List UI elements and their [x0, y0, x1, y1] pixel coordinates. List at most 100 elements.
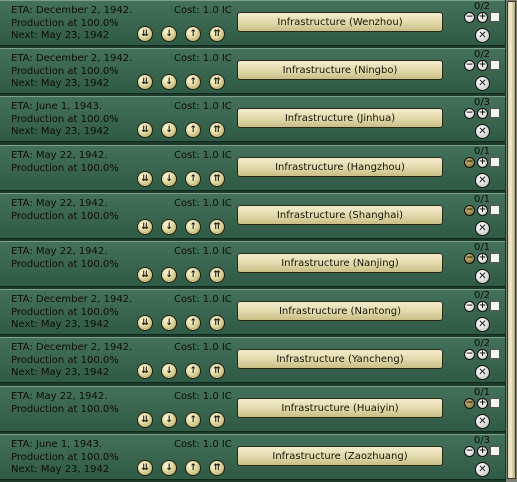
move-to-bottom-button[interactable]: ⇊: [137, 26, 153, 42]
select-checkbox[interactable]: [490, 301, 500, 311]
move-down-button[interactable]: ↓: [161, 74, 177, 90]
move-up-button[interactable]: ↑: [185, 363, 201, 379]
move-up-button[interactable]: ↑: [185, 122, 201, 138]
move-to-top-button[interactable]: ⇈: [209, 412, 225, 428]
select-checkbox[interactable]: [490, 349, 500, 359]
eta-text: ETA: June 1, 1943.: [11, 439, 103, 450]
project-button[interactable]: Infrastructure (Jinhua): [237, 108, 443, 128]
increase-button[interactable]: +: [477, 253, 488, 264]
scrollbar[interactable]: [505, 0, 517, 482]
move-to-top-button[interactable]: ⇈: [209, 219, 225, 235]
double-chevron-up-icon: ⇈: [213, 124, 221, 135]
move-to-bottom-button[interactable]: ⇊: [137, 267, 153, 283]
select-checkbox[interactable]: [490, 205, 500, 215]
move-to-top-button[interactable]: ⇈: [209, 171, 225, 187]
decrease-button[interactable]: −: [464, 349, 475, 360]
move-to-bottom-button[interactable]: ⇊: [137, 363, 153, 379]
double-chevron-down-icon: ⇊: [141, 173, 149, 184]
queue-row: ETA: December 2, 1942. Production at 100…: [0, 337, 505, 383]
move-up-button[interactable]: ↑: [185, 219, 201, 235]
move-to-bottom-button[interactable]: ⇊: [137, 219, 153, 235]
select-checkbox[interactable]: [490, 108, 500, 118]
move-up-button[interactable]: ↑: [185, 315, 201, 331]
move-to-bottom-button[interactable]: ⇊: [137, 315, 153, 331]
select-checkbox[interactable]: [490, 12, 500, 22]
move-to-top-button[interactable]: ⇈: [209, 315, 225, 331]
project-button[interactable]: Infrastructure (Nantong): [237, 301, 443, 321]
delete-button[interactable]: ✕: [475, 365, 490, 380]
decrease-button[interactable]: −: [464, 108, 475, 119]
move-to-top-button[interactable]: ⇈: [209, 460, 225, 476]
move-to-top-button[interactable]: ⇈: [209, 267, 225, 283]
move-down-button[interactable]: ↓: [161, 171, 177, 187]
decrease-button[interactable]: −: [464, 398, 475, 409]
project-button[interactable]: Infrastructure (Zaozhuang): [237, 446, 443, 466]
move-to-top-button[interactable]: ⇈: [209, 74, 225, 90]
move-to-bottom-button[interactable]: ⇊: [137, 412, 153, 428]
increase-button[interactable]: +: [477, 301, 488, 312]
move-down-button[interactable]: ↓: [161, 412, 177, 428]
project-button[interactable]: Infrastructure (Hangzhou): [237, 157, 443, 177]
project-button[interactable]: Infrastructure (Yancheng): [237, 349, 443, 369]
decrease-button[interactable]: −: [464, 301, 475, 312]
delete-button[interactable]: ✕: [475, 173, 490, 188]
delete-button[interactable]: ✕: [475, 76, 490, 91]
move-up-button[interactable]: ↑: [185, 267, 201, 283]
arrow-up-icon: ↑: [189, 173, 197, 184]
move-down-button[interactable]: ↓: [161, 315, 177, 331]
move-to-top-button[interactable]: ⇈: [209, 26, 225, 42]
project-button[interactable]: Infrastructure (Nanjing): [237, 253, 443, 273]
select-checkbox[interactable]: [490, 157, 500, 167]
move-down-button[interactable]: ↓: [161, 122, 177, 138]
increase-button[interactable]: +: [477, 12, 488, 23]
move-up-button[interactable]: ↑: [185, 460, 201, 476]
increase-button[interactable]: +: [477, 349, 488, 360]
move-up-button[interactable]: ↑: [185, 412, 201, 428]
project-button[interactable]: Infrastructure (Ningbo): [237, 60, 443, 80]
move-to-top-button[interactable]: ⇈: [209, 122, 225, 138]
decrease-button[interactable]: −: [464, 12, 475, 23]
delete-button[interactable]: ✕: [475, 317, 490, 332]
production-text: Production at 100.0%: [11, 113, 119, 125]
move-to-bottom-button[interactable]: ⇊: [137, 122, 153, 138]
move-to-bottom-button[interactable]: ⇊: [137, 460, 153, 476]
move-to-bottom-button[interactable]: ⇊: [137, 171, 153, 187]
select-checkbox[interactable]: [490, 398, 500, 408]
select-checkbox[interactable]: [490, 253, 500, 263]
delete-button[interactable]: ✕: [475, 124, 490, 139]
delete-button[interactable]: ✕: [475, 414, 490, 429]
increase-button[interactable]: +: [477, 108, 488, 119]
increase-button[interactable]: +: [477, 60, 488, 71]
project-button[interactable]: Infrastructure (Wenzhou): [237, 12, 443, 32]
delete-button[interactable]: ✕: [475, 221, 490, 236]
row-info: ETA: June 1, 1943. Production at 100.0% …: [11, 101, 119, 139]
move-down-button[interactable]: ↓: [161, 267, 177, 283]
scroll-thumb[interactable]: [507, 1, 516, 479]
minus-icon: −: [465, 301, 474, 311]
move-to-bottom-button[interactable]: ⇊: [137, 74, 153, 90]
delete-button[interactable]: ✕: [475, 28, 490, 43]
decrease-button[interactable]: −: [464, 446, 475, 457]
decrease-button[interactable]: −: [464, 205, 475, 216]
increase-button[interactable]: +: [477, 398, 488, 409]
move-up-button[interactable]: ↑: [185, 74, 201, 90]
move-to-top-button[interactable]: ⇈: [209, 363, 225, 379]
decrease-button[interactable]: −: [464, 157, 475, 168]
move-down-button[interactable]: ↓: [161, 460, 177, 476]
decrease-button[interactable]: −: [464, 60, 475, 71]
move-down-button[interactable]: ↓: [161, 26, 177, 42]
increase-button[interactable]: +: [477, 157, 488, 168]
move-up-button[interactable]: ↑: [185, 171, 201, 187]
project-button[interactable]: Infrastructure (Huaiyin): [237, 398, 443, 418]
move-down-button[interactable]: ↓: [161, 219, 177, 235]
move-down-button[interactable]: ↓: [161, 363, 177, 379]
delete-button[interactable]: ✕: [475, 462, 490, 477]
increase-button[interactable]: +: [477, 205, 488, 216]
delete-button[interactable]: ✕: [475, 269, 490, 284]
decrease-button[interactable]: −: [464, 253, 475, 264]
project-button[interactable]: Infrastructure (Shanghai): [237, 205, 443, 225]
select-checkbox[interactable]: [490, 446, 500, 456]
move-up-button[interactable]: ↑: [185, 26, 201, 42]
increase-button[interactable]: +: [477, 446, 488, 457]
select-checkbox[interactable]: [490, 60, 500, 70]
